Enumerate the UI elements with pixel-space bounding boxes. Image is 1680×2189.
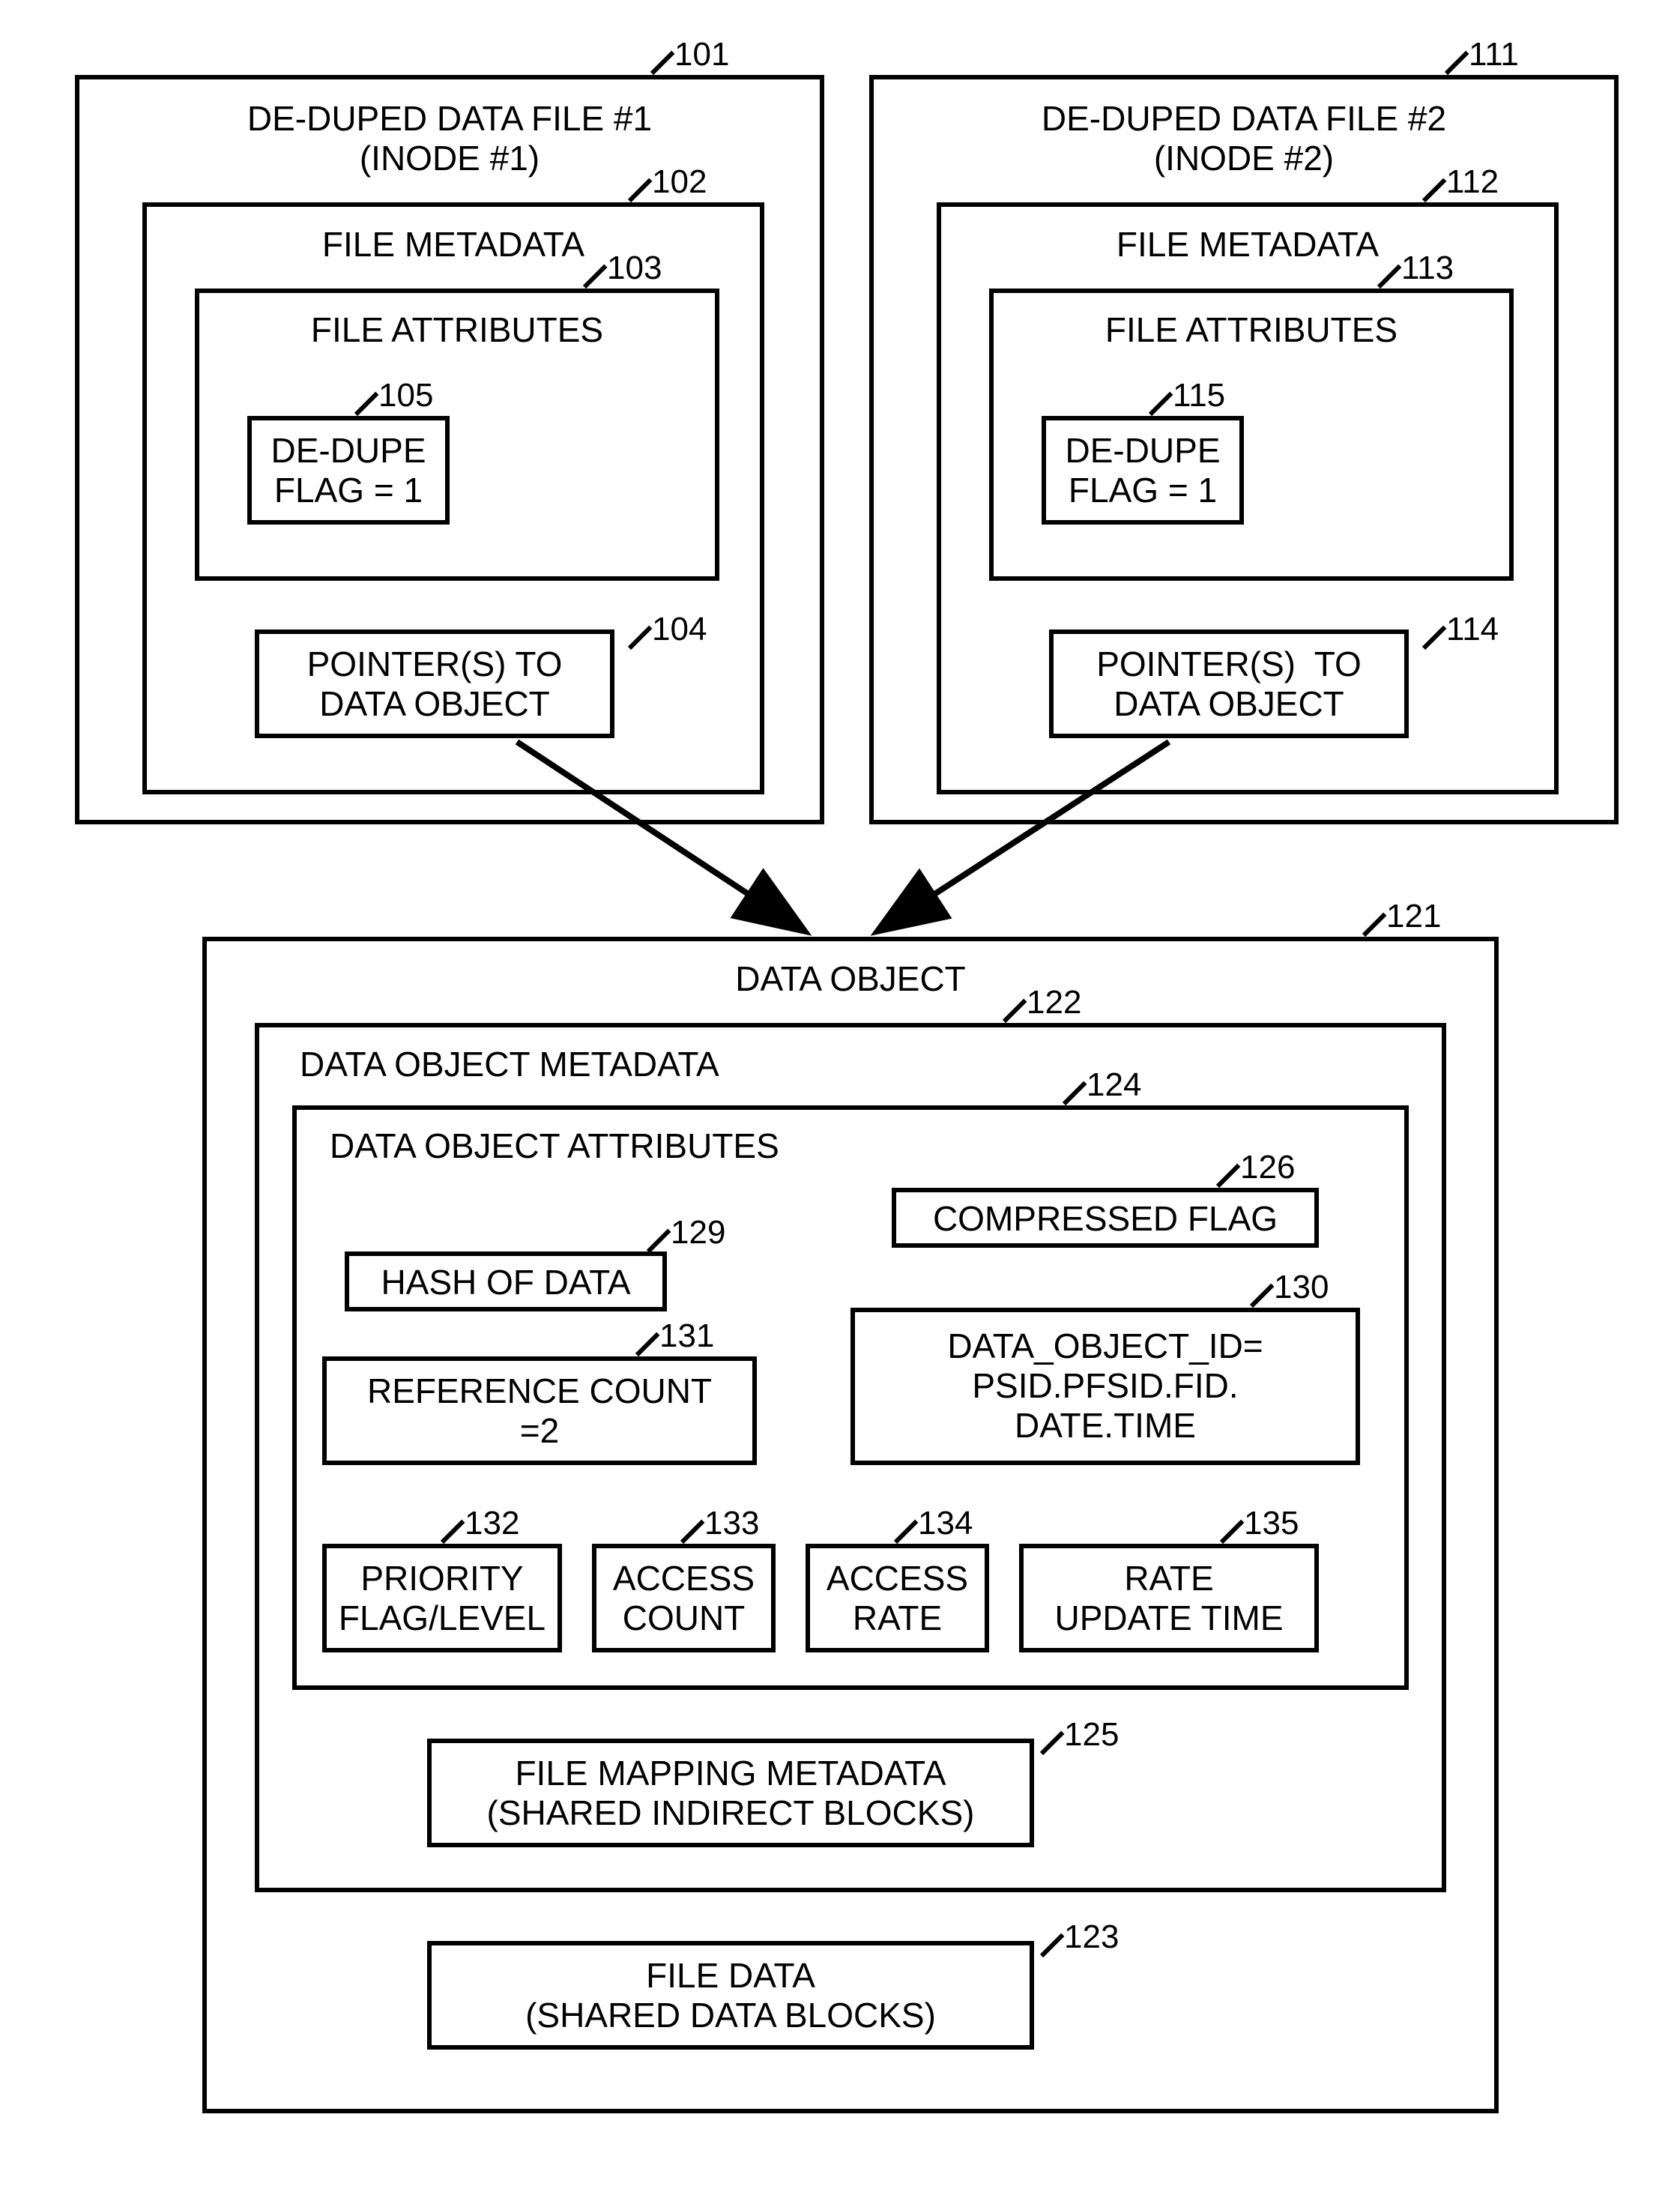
file1-dedupe-ref: 105 [378, 377, 433, 414]
dataobject-ref-tick [1362, 913, 1387, 938]
do-mapping-text: FILE MAPPING METADATA (SHARED INDIRECT B… [427, 1754, 1034, 1833]
do-objectid-text: DATA_OBJECT_ID= PSID.PFSID.FID. DATE.TIM… [850, 1326, 1360, 1446]
do-rate-update-ref: 135 [1244, 1505, 1299, 1542]
do-priority-ref: 132 [465, 1505, 519, 1542]
do-access-rate-ref: 134 [918, 1505, 973, 1542]
do-metadata-title: DATA OBJECT METADATA [255, 1045, 1446, 1084]
dataobject-title: DATA OBJECT [202, 959, 1499, 999]
file1-attributes-ref: 103 [607, 250, 662, 287]
do-compressed-ref: 126 [1240, 1149, 1295, 1186]
do-mapping-ref: 125 [1064, 1716, 1119, 1754]
file1-pointer-text: POINTER(S) TO DATA OBJECT [255, 644, 614, 724]
do-refcount-ref: 131 [659, 1317, 714, 1355]
do-hash-text: HASH OF DATA [345, 1263, 667, 1302]
file1-ref: 101 [674, 36, 729, 73]
file1-metadata-ref: 102 [652, 163, 707, 201]
do-rate-update-text: RATE UPDATE TIME [1019, 1559, 1319, 1638]
do-hash-ref: 129 [671, 1214, 725, 1251]
do-refcount-text: REFERENCE COUNT =2 [322, 1371, 757, 1451]
file2-dedupe-text: DE-DUPE FLAG = 1 [1042, 431, 1244, 510]
file2-title: DE-DUPED DATA FILE #2 (INODE #2) [869, 99, 1619, 178]
do-attributes-ref: 124 [1087, 1066, 1141, 1104]
do-objectid-ref: 130 [1274, 1269, 1329, 1306]
file2-dedupe-ref: 115 [1173, 377, 1225, 414]
do-file-data-ref: 123 [1064, 1918, 1119, 1956]
do-access-count-ref: 133 [704, 1505, 759, 1542]
file1-ref-tick [650, 51, 675, 76]
file2-metadata-ref: 112 [1446, 163, 1499, 201]
do-metadata-ref: 122 [1027, 984, 1081, 1021]
do-file-data-text: FILE DATA (SHARED DATA BLOCKS) [427, 1956, 1034, 2035]
file2-metadata-title: FILE METADATA [937, 225, 1559, 265]
file2-pointer-ref: 114 [1446, 611, 1499, 648]
do-access-count-text: ACCESS COUNT [592, 1559, 776, 1638]
file2-pointer-text: POINTER(S) TO DATA OBJECT [1049, 644, 1409, 724]
do-priority-text: PRIORITY FLAG/LEVEL [322, 1559, 562, 1638]
file2-attributes-title: FILE ATTRIBUTES [989, 310, 1514, 350]
file1-pointer-ref: 104 [652, 611, 707, 648]
file1-dedupe-text: DE-DUPE FLAG = 1 [247, 431, 450, 510]
do-access-rate-text: ACCESS RATE [806, 1559, 989, 1638]
file1-metadata-title: FILE METADATA [142, 225, 764, 265]
file1-title: DE-DUPED DATA FILE #1 (INODE #1) [75, 99, 824, 178]
file2-ref-tick [1445, 51, 1469, 76]
file2-ref: 111 [1469, 36, 1519, 73]
dataobject-ref: 121 [1386, 898, 1441, 935]
do-compressed-text: COMPRESSED FLAG [892, 1199, 1319, 1239]
file1-attributes-title: FILE ATTRIBUTES [195, 310, 719, 350]
file2-attributes-ref: 113 [1401, 250, 1454, 287]
